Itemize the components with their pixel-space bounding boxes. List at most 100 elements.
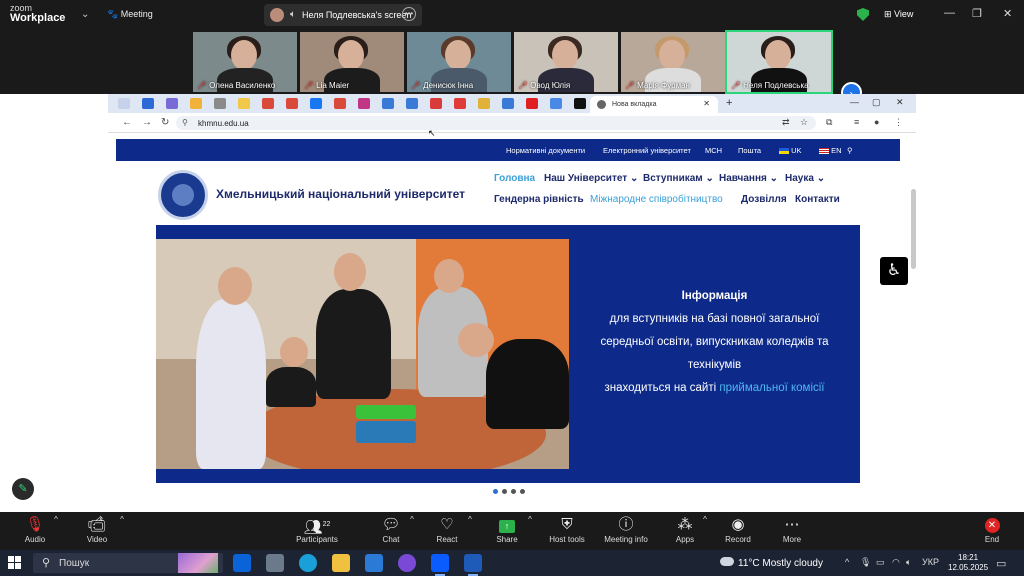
- wifi-icon[interactable]: ◠: [892, 557, 900, 568]
- close-button[interactable]: ✕: [1003, 7, 1012, 20]
- tab-icon[interactable]: [142, 98, 154, 109]
- tab-icon[interactable]: [214, 98, 226, 109]
- nav-mail[interactable]: Пошта: [738, 146, 761, 155]
- nav-normative-docs[interactable]: Нормативні документи: [506, 146, 585, 155]
- lang-uk[interactable]: UK: [779, 146, 802, 155]
- menu-leisure[interactable]: Дозвілля: [741, 194, 787, 205]
- edge-icon[interactable]: [299, 554, 317, 572]
- restore-window-button[interactable]: ▢: [872, 97, 881, 108]
- meeting-menu[interactable]: 🐾 Meeting: [107, 9, 153, 20]
- active-tab[interactable]: Нова вкладка ✕: [590, 96, 718, 113]
- volume-icon[interactable]: 🔈︎: [906, 557, 911, 568]
- annotate-pencil-icon[interactable]: ✎: [12, 478, 34, 500]
- menu-applicants[interactable]: Вступникам ⌄: [643, 173, 714, 184]
- search-icon[interactable]: ⚲: [847, 146, 853, 155]
- carousel-dot[interactable]: [511, 489, 516, 494]
- view-button[interactable]: ⊞ View: [884, 9, 913, 20]
- participant-tile[interactable]: 🎤︎ Марія Фурман: [621, 32, 725, 92]
- network-icon[interactable]: ▭: [876, 557, 885, 568]
- viber-icon[interactable]: [398, 554, 416, 572]
- tab-icon[interactable]: [118, 98, 130, 109]
- notifications-icon[interactable]: ▭: [996, 557, 1006, 570]
- participant-tile[interactable]: 🎤︎ Lia Maier: [300, 32, 404, 92]
- menu-science[interactable]: Наука ⌄: [785, 173, 825, 184]
- reload-button[interactable]: ↻: [161, 117, 169, 128]
- tab-icon[interactable]: [478, 98, 490, 109]
- nav-e-university[interactable]: Електронний університет: [603, 146, 691, 155]
- tab-icon[interactable]: [358, 98, 370, 109]
- forward-button[interactable]: →: [142, 117, 152, 128]
- calculator-icon[interactable]: [266, 554, 284, 572]
- file-explorer-icon[interactable]: [332, 554, 350, 572]
- menu-international[interactable]: Міжнародне співробітництво: [590, 194, 723, 205]
- store-icon[interactable]: [365, 554, 383, 572]
- new-tab-button[interactable]: +: [726, 97, 732, 109]
- tab-icon[interactable]: [310, 98, 322, 109]
- participant-tile-active-speaker[interactable]: 🎤︎ Неля Подлевська: [725, 30, 833, 94]
- tray-chevron-icon[interactable]: ^: [845, 557, 849, 567]
- browser-menu-icon[interactable]: ⋮: [894, 117, 903, 128]
- bookmark-star-icon[interactable]: ☆: [800, 117, 808, 128]
- chevron-down-icon[interactable]: ⌄: [81, 9, 89, 20]
- tab-icon[interactable]: [262, 98, 274, 109]
- carousel-dot[interactable]: [502, 489, 507, 494]
- tab-icon[interactable]: [430, 98, 442, 109]
- minimize-window-button[interactable]: —: [850, 97, 859, 107]
- tab-icon[interactable]: [406, 98, 418, 109]
- url-input[interactable]: ⚲ khmnu.edu.ua: [176, 116, 816, 130]
- more-button[interactable]: ⋯ More: [762, 515, 822, 544]
- menu-education[interactable]: Навчання ⌄: [719, 173, 778, 184]
- menu-our-university[interactable]: Наш Університет ⌄: [544, 173, 638, 184]
- tab-icon[interactable]: [334, 98, 346, 109]
- tab-icon[interactable]: [166, 98, 178, 109]
- participant-tile[interactable]: 🎤︎ Овод Юлія: [514, 32, 618, 92]
- nav-msn[interactable]: МСН: [705, 146, 722, 155]
- menu-contacts[interactable]: Контакти: [795, 194, 840, 205]
- accessibility-icon[interactable]: ♿︎: [880, 257, 908, 285]
- taskbar-search-input[interactable]: ⚲ Пошук: [33, 553, 223, 573]
- tab-icon[interactable]: [574, 98, 586, 109]
- windows-start-icon[interactable]: [8, 556, 21, 569]
- security-shield-icon[interactable]: [857, 8, 869, 21]
- profile-avatar[interactable]: ●: [874, 117, 879, 127]
- participants-button[interactable]: 👥︎22 Participants: [287, 515, 347, 544]
- tab-icon[interactable]: [502, 98, 514, 109]
- extensions-icon[interactable]: ⧉: [826, 117, 832, 128]
- end-button[interactable]: ✕ End: [970, 515, 1014, 544]
- host-tools-button[interactable]: ⛨ Host tools: [537, 515, 597, 544]
- tab-icon[interactable]: [550, 98, 562, 109]
- back-button[interactable]: ←: [122, 117, 132, 128]
- close-tab-icon[interactable]: ✕: [703, 99, 710, 108]
- mic-tray-icon[interactable]: 🎙︎: [860, 557, 871, 568]
- outlook-icon[interactable]: [233, 554, 251, 572]
- word-icon[interactable]: [464, 554, 482, 576]
- page-scrollbar[interactable]: [911, 189, 916, 269]
- meeting-info-button[interactable]: ⓘ Meeting info: [596, 515, 656, 544]
- video-options-caret[interactable]: ^: [92, 515, 152, 524]
- tab-icon[interactable]: [526, 98, 538, 109]
- university-logo[interactable]: [158, 170, 208, 220]
- language-indicator[interactable]: УКР: [922, 557, 939, 567]
- hero-banner[interactable]: Інформація для вступників на базі повної…: [156, 225, 860, 483]
- zoom-app-icon[interactable]: [431, 554, 449, 576]
- tab-icon[interactable]: [382, 98, 394, 109]
- tab-icon[interactable]: [454, 98, 466, 109]
- screen-share-indicator[interactable]: 🔈︎ Неля Подлевська's screen •••: [264, 4, 422, 26]
- tab-icon[interactable]: [190, 98, 202, 109]
- record-button[interactable]: ◉ Record: [708, 515, 768, 544]
- admission-committee-link[interactable]: приймальної комісії: [719, 382, 824, 394]
- menu-gender-equality[interactable]: Гендерна рівність: [494, 194, 584, 205]
- site-info-icon[interactable]: ⚲: [182, 118, 188, 127]
- lang-en[interactable]: EN: [819, 146, 842, 155]
- tab-icon[interactable]: [286, 98, 298, 109]
- restore-button[interactable]: ❐: [972, 7, 982, 20]
- menu-home[interactable]: Головна: [494, 173, 535, 184]
- more-options-icon[interactable]: •••: [402, 7, 416, 21]
- university-name[interactable]: Хмельницький національний університет: [216, 187, 465, 201]
- participant-tile[interactable]: 🎤︎ Олена Василенко: [193, 32, 297, 92]
- system-clock[interactable]: 18:21 12.05.2025: [948, 553, 988, 573]
- close-window-button[interactable]: ✕: [896, 97, 904, 108]
- carousel-dot[interactable]: [493, 489, 498, 494]
- tab-icon[interactable]: [238, 98, 250, 109]
- translate-icon[interactable]: ⇄: [782, 117, 790, 128]
